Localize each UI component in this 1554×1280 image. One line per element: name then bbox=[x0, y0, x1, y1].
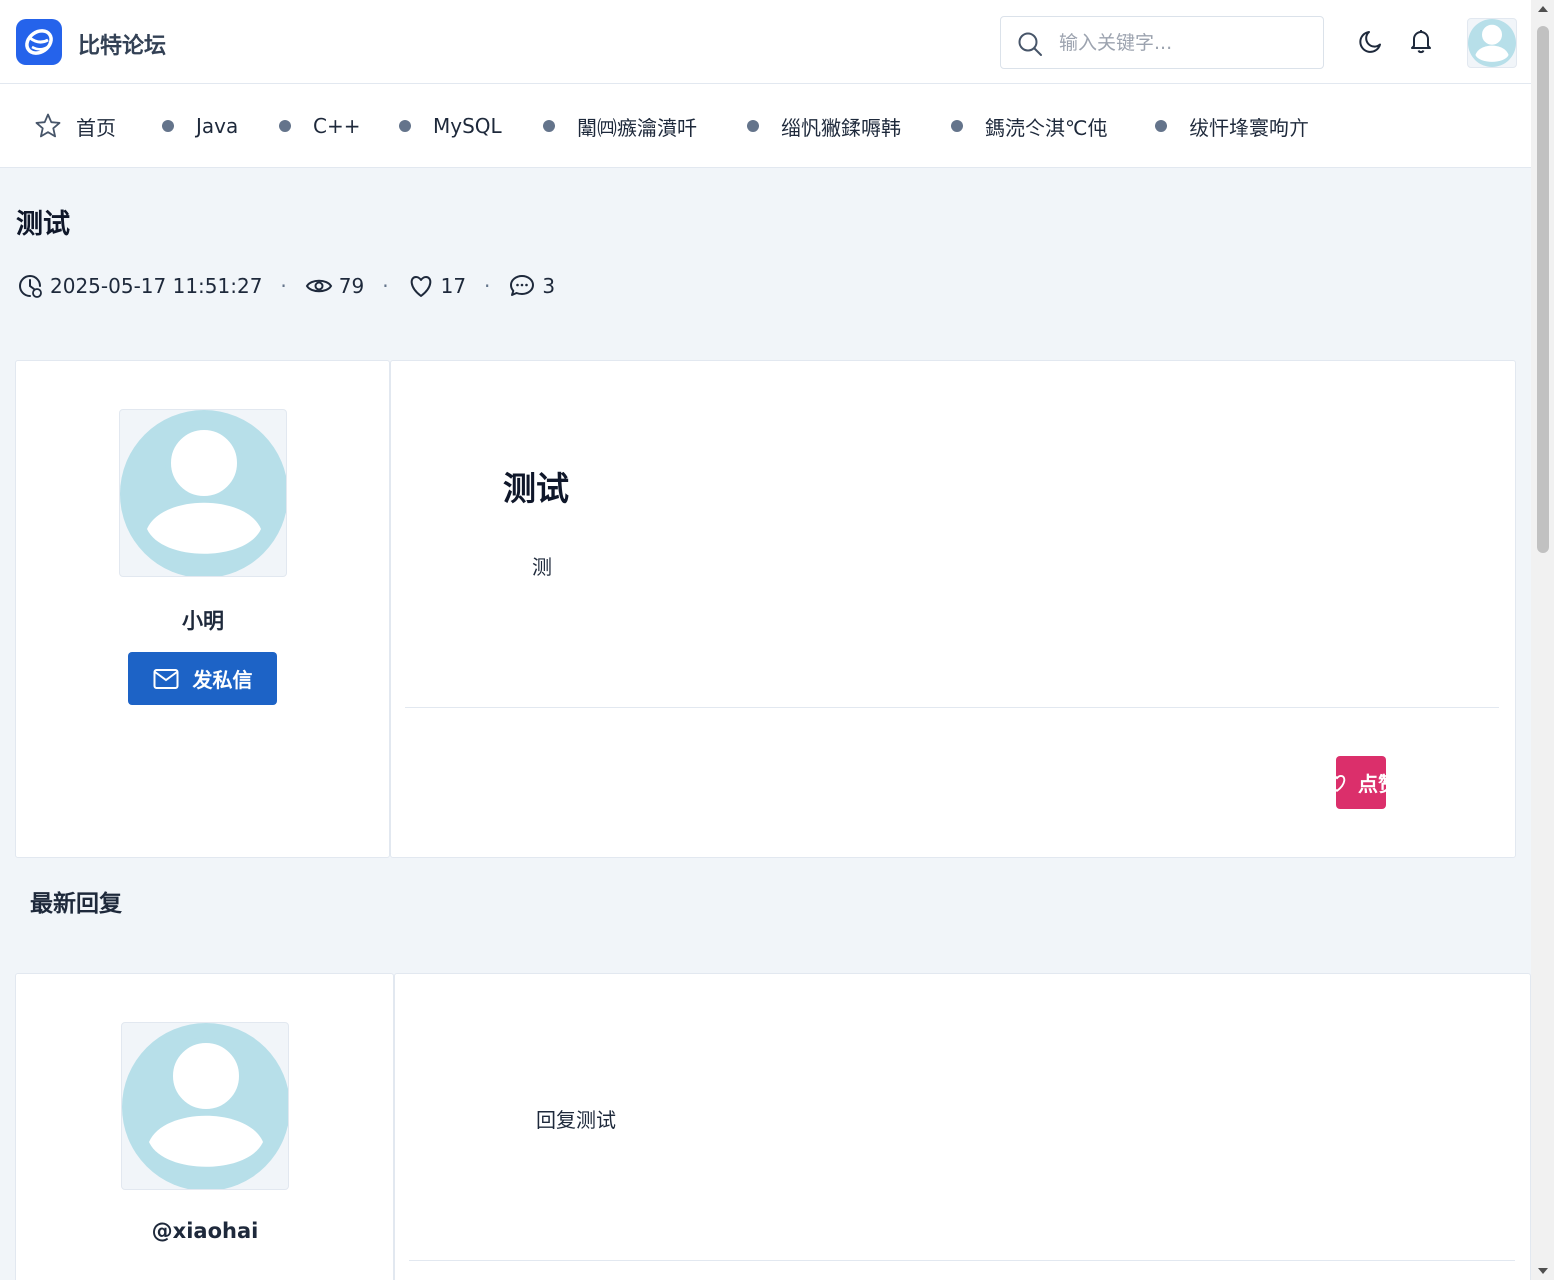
nav-label: MySQL bbox=[433, 114, 502, 138]
search-input[interactable] bbox=[1059, 29, 1309, 57]
nav-item-5[interactable]: 缁忛獙鍒嗕韩 bbox=[747, 84, 901, 168]
mail-icon bbox=[153, 668, 178, 689]
post-meta: 2025-05-17 11:51:27 · 79 · 17 · 3 bbox=[16, 270, 555, 302]
nav-item-java[interactable]: Java bbox=[162, 84, 238, 168]
comment-icon bbox=[510, 275, 535, 296]
nav-item-home[interactable]: 首页 bbox=[34, 84, 116, 168]
nav-label: C++ bbox=[313, 114, 361, 138]
reply-author-avatar[interactable] bbox=[121, 1022, 289, 1190]
bell-icon[interactable] bbox=[1407, 27, 1435, 55]
content-divider bbox=[405, 707, 1499, 708]
dot-icon bbox=[747, 120, 759, 132]
post-views: 79 bbox=[338, 274, 365, 298]
reply-text: 回复测试 bbox=[536, 1108, 616, 1132]
author-avatar[interactable] bbox=[119, 409, 287, 577]
nav-label: 闈㈣瘯瀹濆吀 bbox=[577, 115, 697, 140]
meta-separator: · bbox=[382, 274, 389, 298]
reply-divider bbox=[409, 1260, 1515, 1261]
dot-icon bbox=[399, 120, 411, 132]
meta-separator: · bbox=[280, 274, 287, 298]
dot-icon bbox=[1155, 120, 1167, 132]
dot-icon bbox=[951, 120, 963, 132]
heart-icon bbox=[410, 276, 431, 297]
search-box[interactable] bbox=[1000, 16, 1324, 69]
nav-item-4[interactable]: 闈㈣瘯瀹濆吀 bbox=[543, 84, 697, 168]
post-likes: 17 bbox=[440, 274, 467, 298]
category-nav: 首页 Java C++ MySQL 闈㈣瘯瀹濆吀 缁忛獙鍒嗕韩 鎷涜仒淇℃伅 绂… bbox=[0, 84, 1531, 168]
eye-icon bbox=[305, 279, 332, 293]
post-title: 测试 bbox=[16, 209, 70, 240]
user-avatar[interactable] bbox=[1467, 18, 1517, 68]
scroll-up-arrow-icon[interactable] bbox=[1538, 6, 1548, 12]
post-comments: 3 bbox=[542, 274, 556, 298]
brand-name[interactable]: 比特论坛 bbox=[78, 28, 166, 60]
content-text: 测 bbox=[532, 555, 552, 579]
nav-item-cpp[interactable]: C++ bbox=[279, 84, 360, 168]
dot-icon bbox=[543, 120, 555, 132]
like-button[interactable]: 点赞 bbox=[1336, 756, 1386, 809]
scrollbar[interactable] bbox=[1531, 0, 1554, 1280]
moon-icon[interactable] bbox=[1358, 27, 1386, 55]
replies-section-title: 最新回复 bbox=[30, 891, 122, 917]
scroll-thumb[interactable] bbox=[1537, 26, 1549, 553]
dot-icon bbox=[279, 120, 291, 132]
reply-author-name[interactable]: @xiaohai bbox=[121, 1219, 289, 1243]
scroll-down-arrow-icon[interactable] bbox=[1538, 1268, 1548, 1274]
send-message-label: 发私信 bbox=[192, 668, 253, 692]
logo-icon[interactable] bbox=[16, 19, 62, 65]
like-button-wrapper[interactable]: 点赞 bbox=[1336, 756, 1386, 809]
star-icon bbox=[35, 113, 61, 138]
like-label: 点赞 bbox=[1358, 772, 1386, 796]
nav-label: 绂忓埄寰呴亣 bbox=[1189, 115, 1309, 140]
nav-item-6[interactable]: 鎷涜仒淇℃伅 bbox=[951, 84, 1107, 168]
content-title: 测试 bbox=[503, 469, 569, 508]
nav-item-mysql[interactable]: MySQL bbox=[399, 84, 502, 168]
meta-separator: · bbox=[484, 274, 491, 298]
clock-icon bbox=[19, 275, 42, 298]
top-header: 比特论坛 bbox=[0, 0, 1531, 84]
nav-label: 首页 bbox=[76, 115, 116, 140]
nav-label: 缁忛獙鍒嗕韩 bbox=[781, 115, 901, 140]
search-icon bbox=[1018, 32, 1042, 56]
heart-icon bbox=[1336, 774, 1346, 792]
author-name[interactable]: 小明 bbox=[119, 605, 287, 635]
nav-item-7[interactable]: 绂忓埄寰呴亣 bbox=[1155, 84, 1309, 168]
send-message-button[interactable]: 发私信 bbox=[128, 652, 277, 705]
post-time: 2025-05-17 11:51:27 bbox=[50, 274, 263, 298]
dot-icon bbox=[162, 120, 174, 132]
nav-label: Java bbox=[196, 114, 239, 138]
nav-label: 鎷涜仒淇℃伅 bbox=[985, 115, 1108, 140]
